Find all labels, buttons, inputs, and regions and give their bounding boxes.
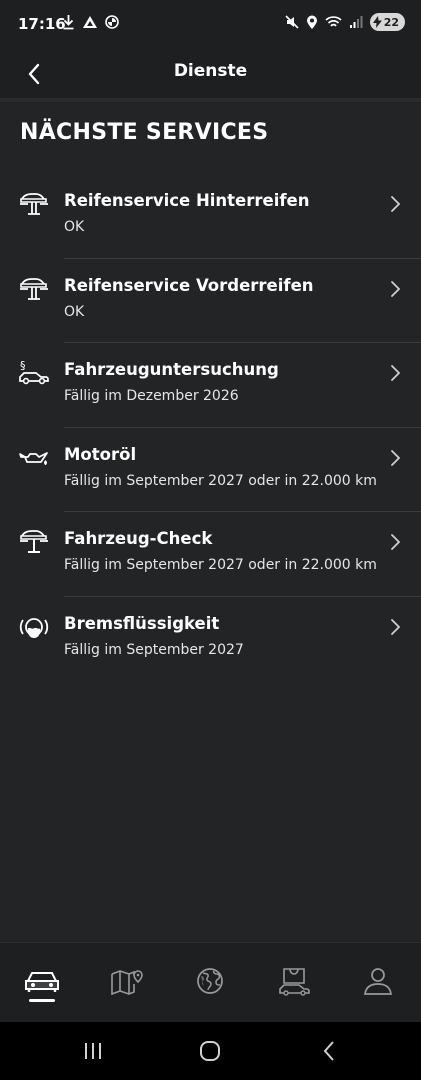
download-icon (63, 15, 74, 30)
nav-active-indicator (29, 999, 55, 1002)
service-status: Fällig im September 2027 oder in 22.000 … (64, 472, 377, 489)
status-right-icons: 22 (285, 13, 405, 31)
service-list: Reifenservice Hinterreifen OK Reifenserv… (0, 174, 421, 681)
recents-icon (85, 1043, 101, 1059)
nav-item-car[interactable] (22, 961, 62, 1001)
bmw-logo-icon (105, 15, 119, 29)
service-title: Fahrzeug-Check (64, 529, 213, 548)
service-item-motoroel[interactable]: Motoröl Fällig im September 2027 oder in… (0, 428, 421, 512)
service-title: Reifenservice Vorderreifen (64, 275, 314, 295)
status-time: 17:16 (18, 15, 66, 33)
service-item-fahrzeug-check[interactable]: Fahrzeug-Check Fällig im September 2027 … (0, 512, 421, 597)
battery-level: 22 (383, 15, 399, 29)
battery-icon: 22 (369, 13, 405, 31)
service-status: OK (64, 303, 85, 320)
home-button[interactable] (196, 1038, 224, 1064)
bottom-nav (0, 942, 421, 1022)
status-left-icons (62, 14, 119, 30)
service-title: Fahrzeuguntersuchung (64, 360, 279, 379)
nav-item-shop[interactable] (274, 961, 314, 1001)
chevron-right-icon (391, 534, 401, 550)
profile-icon (364, 968, 392, 995)
svg-text:§: § (20, 359, 26, 372)
service-status: OK (64, 219, 85, 235)
service-status: Fällig im September 2027 oder in 22.000 … (64, 557, 377, 573)
recents-button[interactable] (79, 1038, 107, 1064)
signal-icon (349, 16, 363, 28)
lift-icon (20, 277, 48, 300)
chevron-right-icon (391, 618, 401, 635)
header: Dienste (0, 48, 421, 100)
chevron-right-icon (391, 365, 401, 381)
car-icon (25, 972, 59, 992)
service-item-fahrzeuguntersuchung[interactable]: § Fahrzeuguntersuchung Fällig im Dezembe… (0, 343, 421, 428)
lift-icon (20, 193, 48, 215)
main-content: NÄCHSTE SERVICES Reifenservice Hinterrei… (0, 102, 421, 942)
vehicle-check-icon (20, 530, 48, 553)
home-icon (200, 1041, 220, 1061)
brake-fluid-icon (19, 617, 49, 638)
service-status: Fällig im September 2027 (64, 641, 244, 658)
service-title: Motoröl (64, 444, 137, 464)
nav-item-globe[interactable] (190, 961, 230, 1001)
mute-icon (285, 15, 299, 29)
chevron-right-icon (391, 449, 401, 466)
page-title: Dienste (173, 61, 248, 81)
service-status: Fällig im Dezember 2026 (64, 388, 239, 404)
service-title: Reifenservice Hinterreifen (64, 191, 310, 210)
wifi-icon (325, 16, 342, 27)
location-icon (306, 15, 317, 29)
service-item-reifenservice-hinterreifen[interactable]: Reifenservice Hinterreifen OK (0, 174, 421, 259)
service-title: Bremsflüssigkeit (64, 613, 220, 633)
system-back-button[interactable] (315, 1038, 343, 1064)
chevron-right-icon (391, 196, 401, 212)
map-icon (111, 970, 143, 996)
navigation-icon (83, 16, 97, 28)
inspection-car-icon: § (19, 359, 49, 385)
nav-item-map[interactable] (107, 961, 147, 1001)
section-title: NÄCHSTE SERVICES (20, 120, 269, 145)
oil-can-icon (19, 451, 48, 465)
nav-item-profile[interactable] (358, 961, 398, 1001)
service-item-reifenservice-vorderreifen[interactable]: Reifenservice Vorderreifen OK (0, 259, 421, 343)
status-bar: 17:16 22 (0, 0, 421, 48)
globe-icon (197, 968, 223, 994)
system-nav-bar (0, 1022, 421, 1080)
back-icon (323, 1041, 334, 1061)
shop-icon (279, 968, 310, 996)
chevron-right-icon (391, 280, 401, 297)
service-item-bremsfluessigkeit[interactable]: Bremsflüssigkeit Fällig im September 202… (0, 597, 421, 682)
